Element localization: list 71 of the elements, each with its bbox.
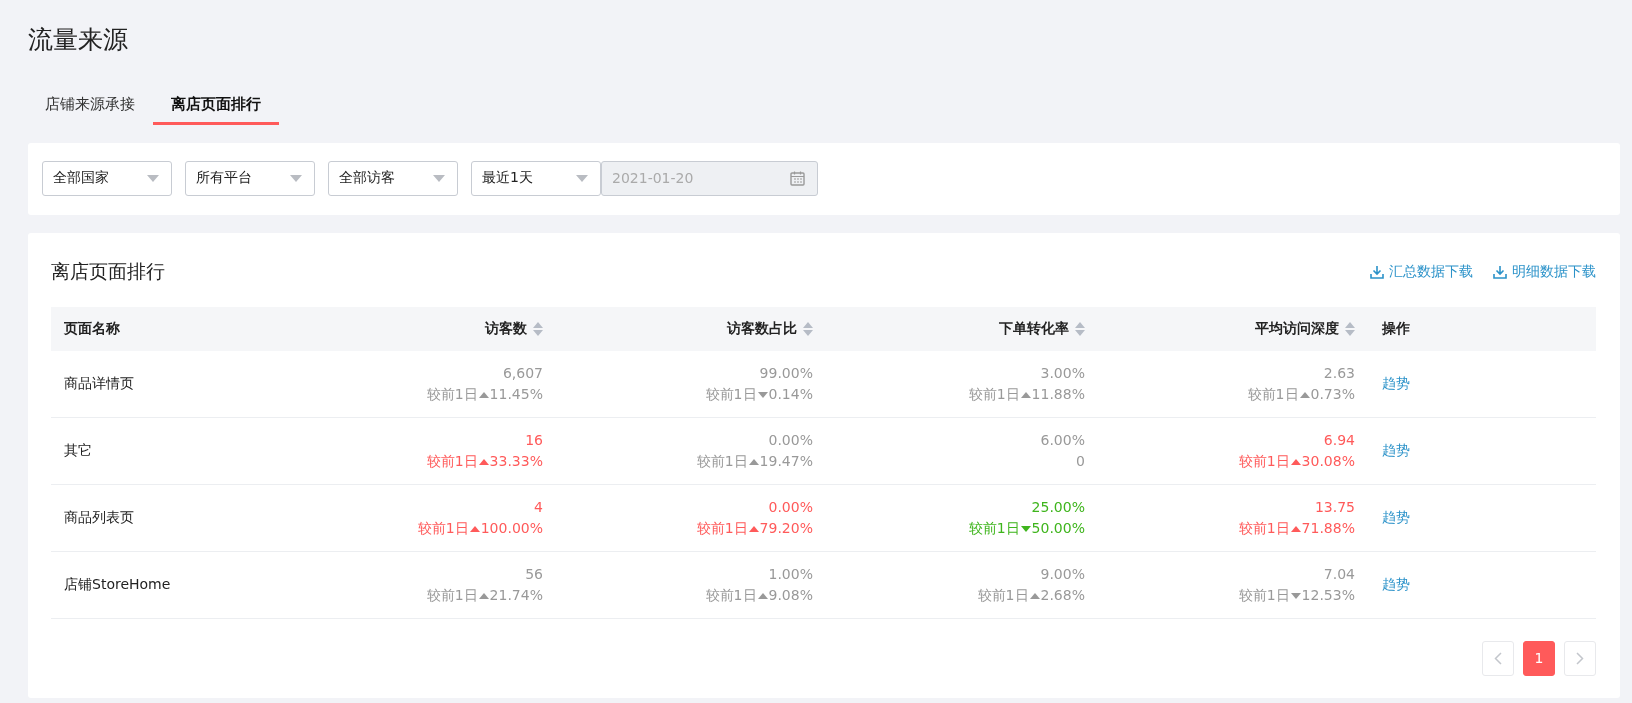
metric-value: 25.00%	[1031, 498, 1085, 517]
metric-value: 0.00%	[768, 498, 813, 517]
change-text: 较前1日 33.33%	[426, 452, 543, 471]
metric-value: 16	[525, 431, 543, 450]
chevron-left-icon	[1494, 651, 1502, 665]
change-text: 较前1日 0.73%	[1247, 385, 1355, 404]
column-header: 操作	[1367, 306, 1596, 351]
metric-value: 13.75	[1314, 498, 1355, 517]
next-page-button[interactable]	[1564, 640, 1596, 676]
section-title: 离店页面排行	[51, 258, 165, 284]
change-text: 较前1日 0.14%	[705, 385, 813, 404]
metric-value: 7.04	[1323, 565, 1355, 584]
filter-dropdown[interactable]: 全部访客	[328, 160, 458, 196]
trend-link[interactable]: 趋势	[1382, 374, 1410, 393]
change-text: 较前1日 11.45%	[426, 385, 543, 404]
trend-link[interactable]: 趋势	[1382, 508, 1410, 527]
sort-icon	[803, 321, 813, 336]
change-text: 较前1日 100.00%	[417, 519, 543, 538]
change-text: 较前1日 21.74%	[426, 586, 543, 605]
metric-value: 6,607	[502, 364, 543, 383]
change-text: 较前1日 2.68%	[977, 586, 1085, 605]
metric-value: 4	[534, 498, 543, 517]
download-link[interactable]: 明细数据下载	[1493, 262, 1596, 281]
caret-icon	[433, 174, 445, 182]
metric-value: 56	[525, 565, 543, 584]
change-text: 较前1日 19.47%	[696, 452, 813, 471]
metric-value: 6.94	[1323, 431, 1355, 450]
page-name-cell: 店铺StoreHome	[51, 551, 301, 619]
column-header[interactable]: 平均访问深度	[1097, 306, 1367, 351]
filter-dropdown[interactable]: 所有平台	[185, 160, 315, 196]
column-header[interactable]: 下单转化率	[825, 306, 1097, 351]
metric-value: 6.00%	[1040, 431, 1085, 450]
page-name-cell: 商品详情页	[51, 350, 301, 418]
column-header[interactable]: 访客数	[301, 306, 555, 351]
caret-icon	[290, 174, 302, 182]
column-header: 页面名称	[51, 306, 301, 351]
page-title: 流量来源	[28, 24, 129, 56]
page-name-cell: 其它	[51, 417, 301, 485]
download-link[interactable]: 汇总数据下载	[1370, 262, 1473, 281]
column-header[interactable]: 访客数占比	[555, 306, 825, 351]
change-text: 较前1日 50.00%	[968, 519, 1085, 538]
download-icon	[1493, 264, 1507, 279]
change-text: 0	[1076, 452, 1085, 471]
metric-value: 9.00%	[1040, 565, 1085, 584]
metric-value: 3.00%	[1040, 364, 1085, 383]
sort-icon	[533, 321, 543, 336]
trend-link[interactable]: 趋势	[1382, 575, 1410, 594]
metric-value: 0.00%	[768, 431, 813, 450]
calendar-icon	[790, 170, 805, 186]
sort-icon	[1345, 321, 1355, 336]
change-text: 较前1日 79.20%	[696, 519, 813, 538]
tab[interactable]: 店铺来源承接	[45, 86, 135, 125]
filter-dropdown[interactable]: 全部国家	[42, 160, 172, 196]
filter-dropdown[interactable]: 最近1天	[471, 160, 601, 196]
metric-value: 2.63	[1323, 364, 1355, 383]
previous-page-button[interactable]	[1482, 640, 1514, 676]
metric-value: 1.00%	[768, 565, 813, 584]
change-text: 较前1日 71.88%	[1238, 519, 1355, 538]
caret-icon	[147, 174, 159, 182]
change-text: 较前1日 30.08%	[1238, 452, 1355, 471]
caret-icon	[576, 174, 588, 182]
trend-link[interactable]: 趋势	[1382, 441, 1410, 460]
download-icon	[1370, 264, 1384, 279]
change-text: 较前1日 12.53%	[1238, 586, 1355, 605]
change-text: 较前1日 9.08%	[705, 586, 813, 605]
page-name-cell: 商品列表页	[51, 484, 301, 552]
sort-icon	[1075, 321, 1085, 336]
metric-value: 99.00%	[759, 364, 813, 383]
tab[interactable]: 离店页面排行	[153, 86, 279, 125]
change-text: 较前1日 11.88%	[968, 385, 1085, 404]
chevron-right-icon	[1576, 651, 1584, 665]
